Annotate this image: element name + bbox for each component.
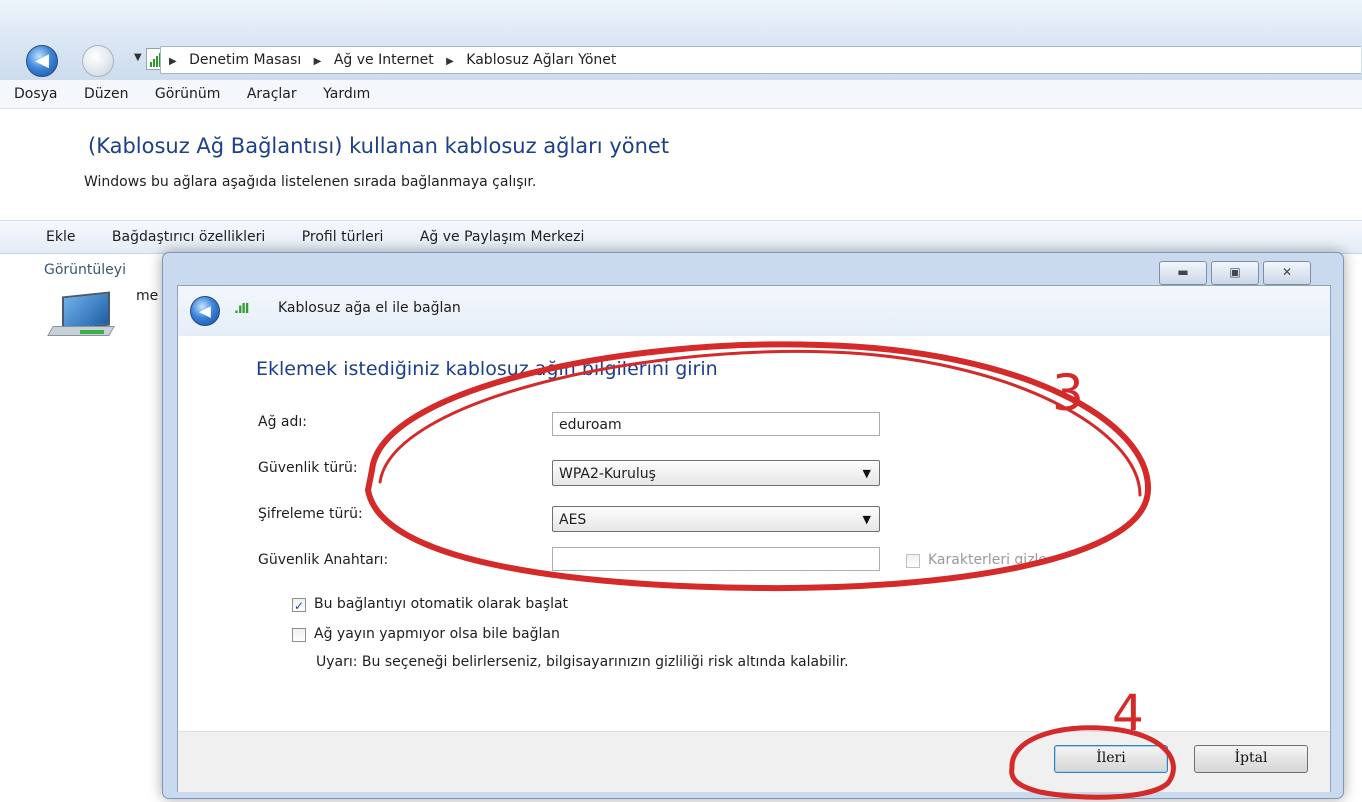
arrow-left-icon: ◀ [35,50,49,71]
network-item-label[interactable]: me [136,288,158,304]
network-name-input[interactable]: eduroam [552,412,880,436]
chevron-right-icon: ▶ [446,56,454,67]
dialog-back-button[interactable]: ◀ [190,296,220,326]
forward-button[interactable] [82,45,114,77]
dialog-title: Kablosuz ağa el ile bağlan [278,300,461,316]
close-icon: ✕ [1281,265,1293,279]
address-bar-area: ◀ ▼ ▶ Denetim Masası ▶ Ağ ve Internet ▶ … [0,0,1362,81]
next-button[interactable]: İleri [1054,745,1168,773]
hide-characters-checkbox[interactable] [906,554,920,568]
arrow-left-icon: ◀ [199,302,211,320]
breadcrumb-item[interactable]: Denetim Masası [189,52,301,68]
encryption-type-value: AES [559,512,587,528]
menu-edit[interactable]: Düzen [84,86,129,102]
menu-view[interactable]: Görünüm [155,86,220,102]
adapter-properties-button[interactable]: Bağdaştırıcı özellikleri [112,229,265,245]
chevron-right-icon: ▶ [313,56,322,67]
dialog-heading: Eklemek istediğiniz kablosuz ağın bilgil… [256,358,718,380]
security-type-select[interactable]: WPA2-Kuruluş ▼ [552,460,880,486]
breadcrumb[interactable]: ▶ Denetim Masası ▶ Ağ ve Internet ▶ Kabl… [160,46,1361,74]
security-type-label: Güvenlik türü: [258,460,358,476]
back-button[interactable]: ◀ [26,45,58,77]
maximize-icon: ▣ [1229,265,1241,279]
dialog-header: ◀ .ıll Kablosuz ağa el ile bağlan [178,286,1330,336]
security-key-input[interactable] [552,547,880,571]
dropdown-arrow-icon: ▼ [862,513,871,526]
connect-hidden-label: Ağ yayın yapmıyor olsa bile bağlan [314,626,560,642]
maximize-button[interactable]: ▣ [1211,261,1259,285]
close-button[interactable]: ✕ [1263,261,1311,285]
connect-manually-dialog: ▬ ▣ ✕ ◀ .ıll Kablosuz ağa el ile bağlan … [162,252,1344,799]
network-name-label: Ağ adı: [258,414,307,430]
command-bar: Ekle Bağdaştırıcı özellikleri Profil tür… [0,220,1362,254]
security-type-value: WPA2-Kuruluş [559,466,656,482]
view-label: Görüntüleyi [44,262,126,278]
breadcrumb-item[interactable]: Ağ ve Internet [334,52,434,68]
wireless-signal-icon: .ıll [234,302,249,317]
cancel-button[interactable]: İptal [1194,745,1308,773]
network-sharing-center-button[interactable]: Ağ ve Paylaşım Merkezi [420,229,585,245]
checkmark-icon: ✓ [293,599,305,613]
minimize-button[interactable]: ▬ [1159,261,1207,285]
encryption-type-label: Şifreleme türü: [258,506,363,522]
menu-tools[interactable]: Araçlar [247,86,297,102]
recent-pages-icon[interactable]: ▼ [134,52,142,63]
dropdown-arrow-icon: ▼ [862,467,871,480]
profile-types-button[interactable]: Profil türleri [302,229,384,245]
hide-characters-label: Karakterleri gizle [928,552,1048,568]
auto-connect-checkbox[interactable]: ✓ [292,598,306,613]
breadcrumb-item[interactable]: Kablosuz Ağları Yönet [466,52,616,68]
warning-text: Uyarı: Bu seçeneği belirlerseniz, bilgis… [316,654,849,670]
dialog-content: ◀ .ıll Kablosuz ağa el ile bağlan Ekleme… [177,285,1331,792]
menu-file[interactable]: Dosya [14,86,58,102]
security-key-label: Güvenlik Anahtarı: [258,552,389,568]
chevron-right-icon: ▶ [169,56,177,67]
menu-help[interactable]: Yardım [323,86,370,102]
network-computer-icon [47,291,120,340]
add-button[interactable]: Ekle [46,229,75,245]
connect-hidden-checkbox[interactable] [292,628,306,642]
menu-bar: Dosya Düzen Görünüm Araçlar Yardım [0,80,1362,109]
encryption-type-select[interactable]: AES ▼ [552,506,880,532]
dialog-footer: İleri İptal [178,731,1330,792]
auto-connect-label: Bu bağlantıyı otomatik olarak başlat [314,596,569,612]
minimize-icon: ▬ [1177,265,1189,279]
page-subtitle: Windows bu ağlara aşağıda listelenen sır… [84,174,537,190]
page-title: (Kablosuz Ağ Bağlantısı) kullanan kablos… [88,134,670,158]
